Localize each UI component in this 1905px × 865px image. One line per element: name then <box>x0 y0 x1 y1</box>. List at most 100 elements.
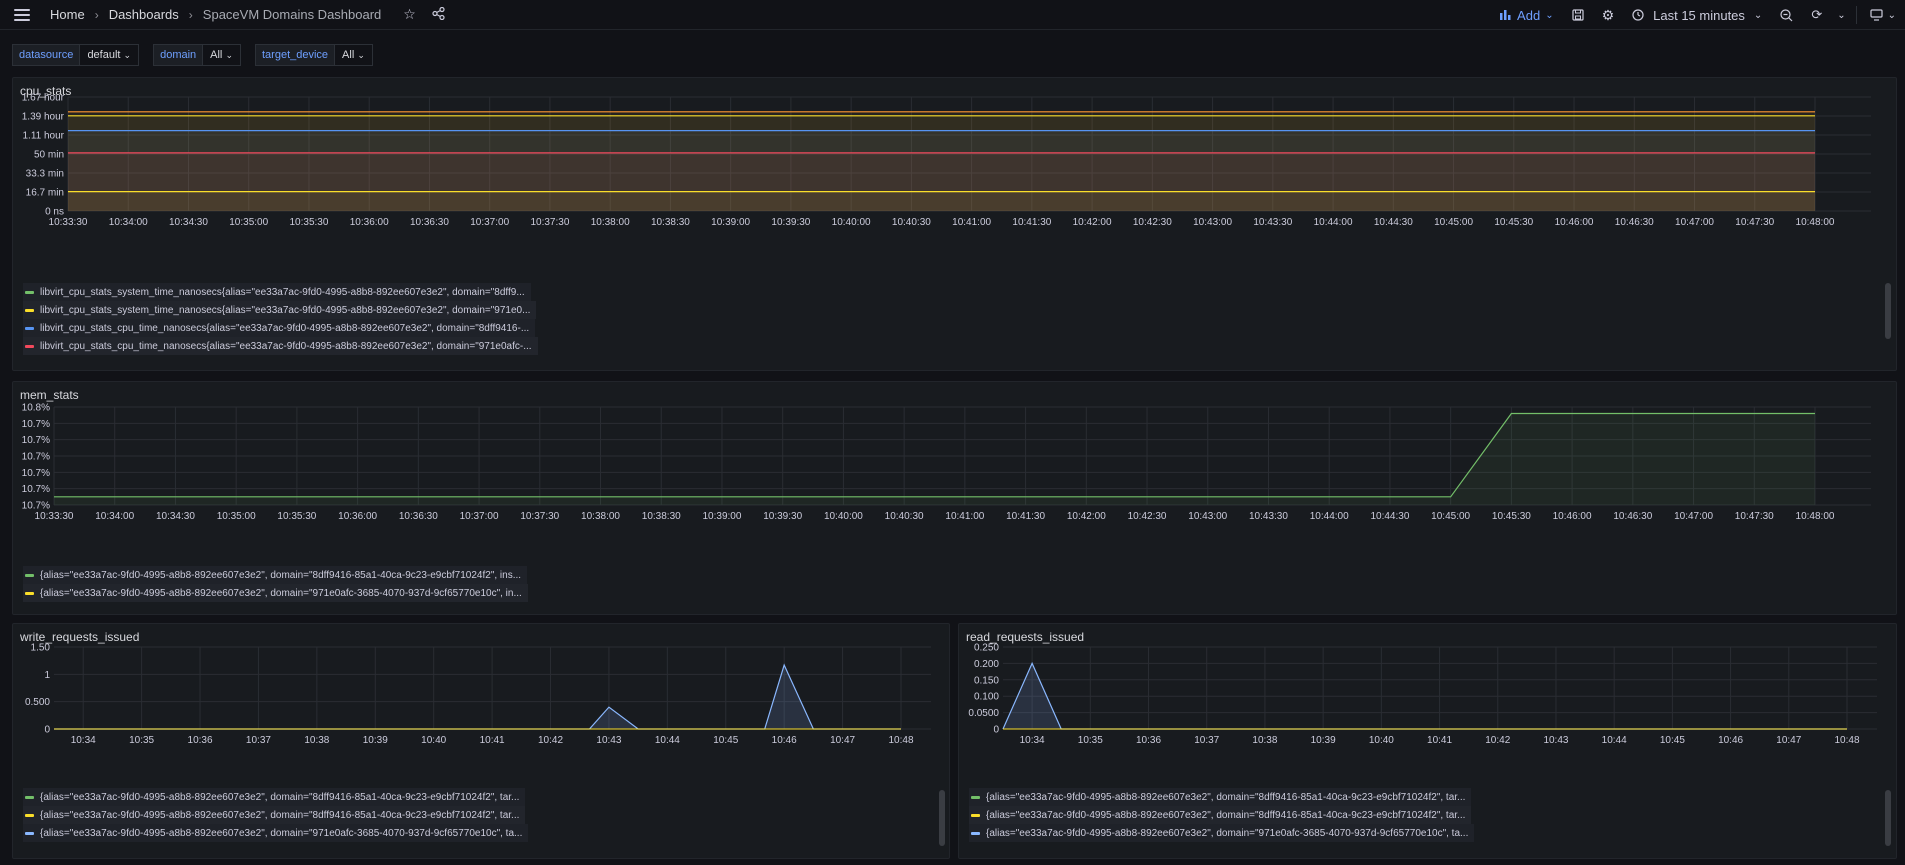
x-tick-label: 10:43:00 <box>1188 511 1227 522</box>
x-tick-label: 10:45 <box>1660 735 1685 746</box>
legend-scrollbar[interactable] <box>1885 790 1891 846</box>
bar-chart-icon <box>1500 8 1512 23</box>
legend-item[interactable]: {alias="ee33a7ac-9fd0-4995-a8b8-892ee607… <box>23 788 526 806</box>
y-tick-label: 0 <box>993 725 999 736</box>
cpu-stats-chart: 0 ns 16.7 min 33.3 min 50 min 1.11 hour 1.39 … <box>22 93 1871 228</box>
legend-scrollbar[interactable] <box>1885 283 1891 339</box>
y-tick-label: 50 min <box>34 150 64 161</box>
legend-item[interactable]: libvirt_cpu_stats_cpu_time_nanosecs{alia… <box>23 319 536 337</box>
chevron-right-icon: › <box>94 7 99 22</box>
legend-item[interactable]: libvirt_cpu_stats_system_time_nanosecs{a… <box>23 283 531 301</box>
variable-domain: domain All ⌄ <box>153 44 241 66</box>
legend-item[interactable]: {alias="ee33a7ac-9fd0-4995-a8b8-892ee607… <box>969 806 1472 824</box>
legend-color-swatch <box>25 308 34 312</box>
legend-item[interactable]: {alias="ee33a7ac-9fd0-4995-a8b8-892ee607… <box>969 788 1472 806</box>
panel-read-requests: read_requests_issued 0 0.0500 0.100 0.150 0.… <box>958 623 1897 859</box>
x-tick-label: 10:40:30 <box>892 217 931 228</box>
x-tick-label: 10:39 <box>363 735 388 746</box>
x-tick-label: 10:36:00 <box>338 511 377 522</box>
chevron-down-icon: ⌄ <box>1887 9 1896 21</box>
chevron-down-icon: ⌄ <box>123 50 132 60</box>
refresh-interval-dropdown[interactable]: ⌄ <box>1831 0 1851 30</box>
target-device-select[interactable]: All ⌄ <box>335 44 373 66</box>
x-tick-label: 10:47:30 <box>1735 511 1774 522</box>
time-picker[interactable]: Last 15 minutes ⌄ <box>1623 0 1771 30</box>
y-tick-label: 10.8% <box>22 403 50 414</box>
x-tick-label: 10:43 <box>1543 735 1568 746</box>
toolbar-divider <box>1855 6 1857 24</box>
breadcrumb-home[interactable]: Home <box>50 7 85 22</box>
save-icon <box>1571 9 1584 21</box>
legend-label: {alias="ee33a7ac-9fd0-4995-a8b8-892ee607… <box>40 587 522 599</box>
y-tick-label: 0.500 <box>25 697 50 708</box>
panel-write-requests: write_requests_issued 0 0.500 1 1.50 10:34 10… <box>12 623 950 859</box>
x-tick-label: 10:39:30 <box>763 511 802 522</box>
time-range-label: Last 15 minutes <box>1653 7 1745 23</box>
x-tick-label: 10:45:30 <box>1492 511 1531 522</box>
y-tick-label: 1.67 hour <box>22 93 65 104</box>
star-icon[interactable]: ☆ <box>403 6 416 23</box>
x-tick-label: 10:41 <box>1427 735 1452 746</box>
y-tick-label: 10.7% <box>22 419 50 430</box>
legend-item[interactable]: libvirt_cpu_stats_cpu_time_nanosecs{alia… <box>23 337 538 355</box>
x-tick-label: 10:47 <box>1776 735 1801 746</box>
top-navbar: Home › Dashboards › SpaceVM Domains Dash… <box>0 0 1905 30</box>
legend-label: libvirt_cpu_stats_system_time_nanosecs{a… <box>40 304 531 316</box>
add-button[interactable]: Add ⌄ <box>1491 0 1563 30</box>
y-tick-label: 10.7% <box>22 468 50 479</box>
x-tick-label: 10:37:00 <box>460 511 499 522</box>
legend-color-swatch <box>25 591 34 595</box>
legend-item[interactable]: {alias="ee33a7ac-9fd0-4995-a8b8-892ee607… <box>23 824 529 842</box>
x-tick-label: 10:45:00 <box>1431 511 1470 522</box>
legend-item[interactable]: {alias="ee33a7ac-9fd0-4995-a8b8-892ee607… <box>969 824 1475 842</box>
legend-item[interactable]: libvirt_cpu_stats_system_time_nanosecs{a… <box>23 301 537 319</box>
view-mode-button[interactable]: ⌄ <box>1861 0 1905 30</box>
legend-label: libvirt_cpu_stats_cpu_time_nanosecs{alia… <box>40 340 532 352</box>
x-tick-label: 10:42:30 <box>1133 217 1172 228</box>
x-tick-label: 10:41:30 <box>1006 511 1045 522</box>
menu-icon[interactable] <box>14 8 30 21</box>
zoom-out-button[interactable] <box>1771 0 1802 30</box>
zoom-out-icon <box>1780 8 1793 21</box>
y-tick-label: 1.39 hour <box>22 112 65 123</box>
x-tick-label: 10:47:00 <box>1674 511 1713 522</box>
save-dashboard-button[interactable] <box>1563 0 1593 30</box>
legend-scrollbar[interactable] <box>939 790 945 846</box>
legend-item[interactable]: {alias="ee33a7ac-9fd0-4995-a8b8-892ee607… <box>23 566 528 584</box>
x-tick-label: 10:45:00 <box>1434 217 1473 228</box>
x-tick-label: 10:35:30 <box>289 217 328 228</box>
chevron-right-icon: › <box>188 7 193 22</box>
x-tick-label: 10:46 <box>1718 735 1743 746</box>
settings-button[interactable]: ⚙ <box>1593 0 1624 30</box>
x-tick-label: 10:38 <box>1252 735 1277 746</box>
datasource-select[interactable]: default ⌄ <box>80 44 140 66</box>
variable-label: domain <box>153 44 204 66</box>
legend-item[interactable]: {alias="ee33a7ac-9fd0-4995-a8b8-892ee607… <box>23 806 526 824</box>
y-tick-label: 10.7% <box>22 501 50 512</box>
x-tick-label: 10:48:00 <box>1796 217 1835 228</box>
legend-label: {alias="ee33a7ac-9fd0-4995-a8b8-892ee607… <box>40 827 523 839</box>
breadcrumb-dashboards[interactable]: Dashboards <box>109 7 179 22</box>
x-tick-label: 10:42:00 <box>1067 511 1106 522</box>
x-tick-label: 10:46 <box>772 735 797 746</box>
x-tick-label: 10:46:00 <box>1553 511 1592 522</box>
share-icon[interactable] <box>432 6 445 23</box>
x-tick-label: 10:44 <box>1602 735 1627 746</box>
legend-item[interactable]: {alias="ee33a7ac-9fd0-4995-a8b8-892ee607… <box>23 584 528 602</box>
x-tick-label: 10:46:30 <box>1615 217 1654 228</box>
y-tick-label: 10.7% <box>22 484 50 495</box>
y-tick-label: 0 ns <box>45 207 64 218</box>
x-tick-label: 10:35 <box>129 735 154 746</box>
legend-label: {alias="ee33a7ac-9fd0-4995-a8b8-892ee607… <box>40 791 520 803</box>
domain-select[interactable]: All ⌄ <box>203 44 241 66</box>
add-button-label: Add <box>1517 7 1541 23</box>
x-tick-label: 10:39:30 <box>771 217 810 228</box>
x-tick-label: 10:47:00 <box>1675 217 1714 228</box>
legend-label: libvirt_cpu_stats_system_time_nanosecs{a… <box>40 286 525 298</box>
chart-legend: {alias="ee33a7ac-9fd0-4995-a8b8-892ee607… <box>23 788 529 842</box>
legend-color-swatch <box>25 813 34 817</box>
template-variables: datasource default ⌄ domain All ⌄ target… <box>12 44 373 66</box>
refresh-button[interactable]: ⟳ <box>1802 0 1831 30</box>
x-tick-label: 10:33:30 <box>35 511 74 522</box>
write-requests-chart: 0 0.500 1 1.50 10:34 10:35 10:36 10:37 10:38 10:3… <box>25 643 931 746</box>
